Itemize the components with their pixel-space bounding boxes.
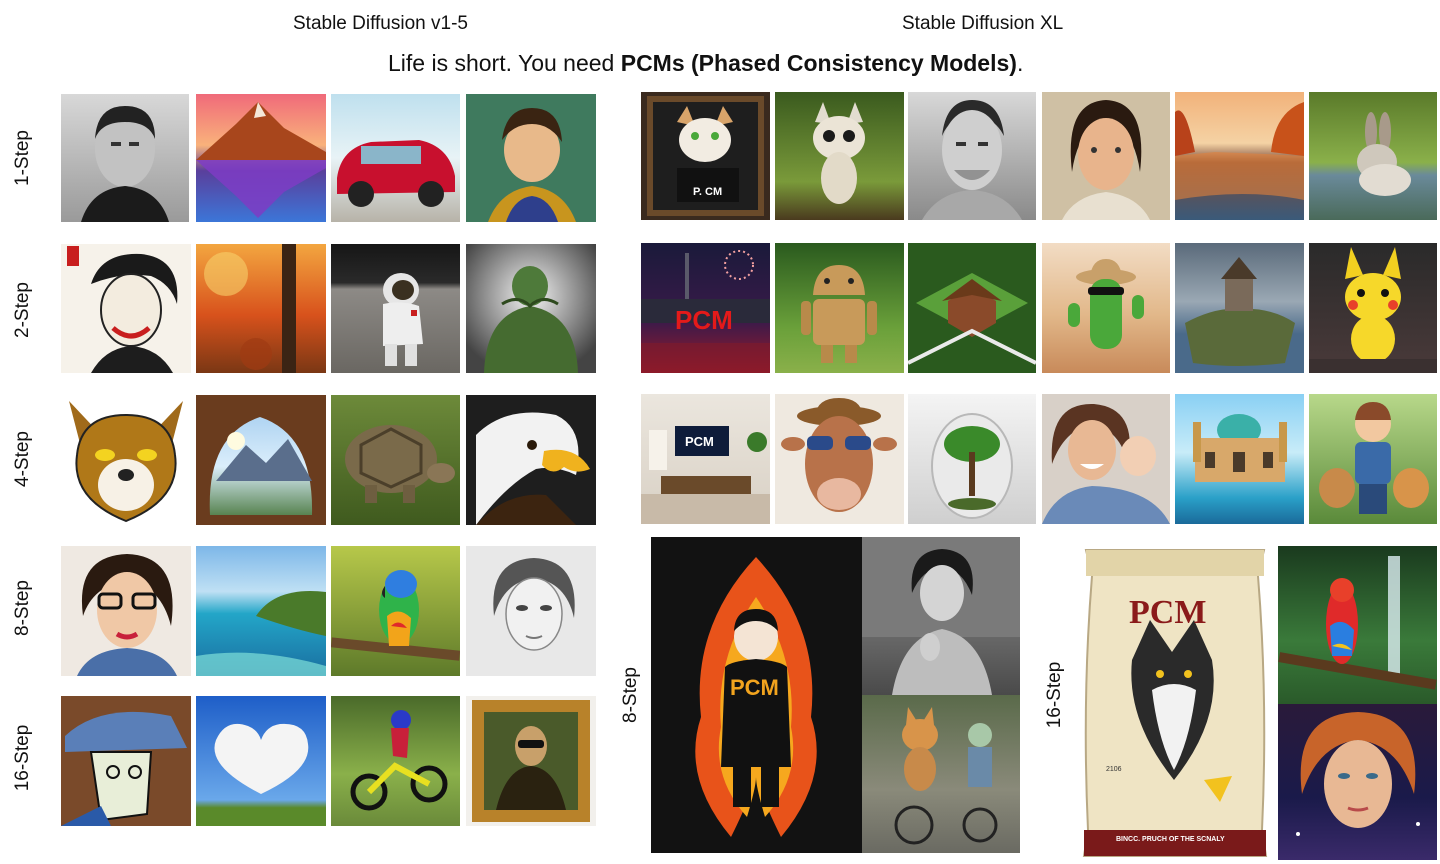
tv-pcm-text: PCM — [685, 434, 714, 449]
motocross-jump-image — [331, 696, 460, 826]
pikachu-image — [1309, 243, 1437, 373]
city-fireworks-image: PCM — [641, 243, 770, 373]
living-room-tv-image: PCM — [641, 394, 770, 524]
rabbit-in-water-image — [1309, 92, 1437, 220]
bag-bottom-text: BINCC. PRUCH OF THE SCNALY — [1116, 836, 1225, 843]
heart-cloud-image — [196, 696, 326, 826]
parrot-image — [331, 546, 460, 676]
bag-pcm-text: PCM — [1129, 594, 1207, 631]
tree-in-glass-egg-image — [908, 394, 1036, 524]
mountain-reflection-image — [196, 94, 326, 222]
cute-creature-forest-image — [775, 92, 904, 220]
city-pcm-sign-text: PCM — [675, 305, 733, 335]
subtitle: Life is short. You need PCMs (Phased Con… — [388, 50, 1024, 76]
sdxl-header: Stable Diffusion XL — [902, 13, 1064, 34]
tropical-beach-image — [196, 546, 326, 676]
cosmic-woman-portrait-image — [1278, 704, 1437, 860]
sweater-pcm-text: PCM — [730, 675, 779, 700]
row-label-4-step: 4-Step — [12, 431, 33, 487]
framed-mona-lisa-image — [466, 696, 596, 826]
girl-portrait-image — [1042, 92, 1170, 220]
cactus-hat-image — [1042, 243, 1170, 373]
wooden-android-robot-image — [775, 243, 904, 373]
row-label-16-step: 16-Step — [12, 724, 33, 792]
isometric-cabin-image — [908, 243, 1036, 373]
man-portrait-bw-image — [61, 94, 189, 222]
row-label-1-step: 1-Step — [12, 130, 33, 186]
hulk-image — [466, 244, 596, 373]
row-label-8-step: 8-Step — [12, 580, 33, 636]
cliff-castle-image — [1175, 243, 1304, 373]
wolf-illustration-image — [61, 395, 191, 525]
xl-label-8-step: 8-Step — [620, 667, 641, 723]
sd15-header: Stable Diffusion v1-5 — [293, 13, 468, 34]
xl-label-16-step: 16-Step — [1044, 661, 1065, 729]
underwater-palace-image — [1175, 394, 1304, 524]
man-sketch-portrait-image — [908, 92, 1036, 220]
autumn-lake-reflection-image — [1175, 92, 1304, 220]
row-label-2-step: 2-Step — [12, 282, 33, 338]
flaming-boy-shirt-design-image: PCM — [651, 537, 862, 853]
red-car-image — [331, 94, 460, 222]
autumn-leaves-image — [196, 244, 326, 373]
eagle-image — [466, 395, 596, 525]
cat-sign-text: P. CM — [693, 186, 723, 198]
joker-illustration-image — [61, 244, 191, 373]
woman-glasses-image — [61, 546, 191, 676]
scarlet-macaw-waterfall-image — [1278, 546, 1437, 704]
cubist-portrait-image — [61, 696, 191, 826]
mother-and-baby-image — [1042, 394, 1170, 524]
boy-with-pets-image — [1309, 394, 1437, 524]
vintage-woman-bw-image — [862, 537, 1020, 695]
tortoise-image — [331, 395, 460, 525]
dog-and-child-cycling-image — [862, 695, 1020, 853]
cat-with-sign-image: P. CM — [641, 92, 770, 220]
cave-mountain-view-image — [196, 395, 326, 525]
painted-girl-image — [466, 94, 596, 222]
pencil-sketch-girl-image — [466, 546, 596, 676]
pcm-chips-bag-image: PCM 2106 BINCC. PRUCH OF THE SCNALY — [1072, 540, 1278, 860]
bag-small-text: 2106 — [1106, 766, 1122, 773]
astronaut-moon-image — [331, 244, 460, 373]
cow-sunglasses-hat-image — [775, 394, 904, 524]
